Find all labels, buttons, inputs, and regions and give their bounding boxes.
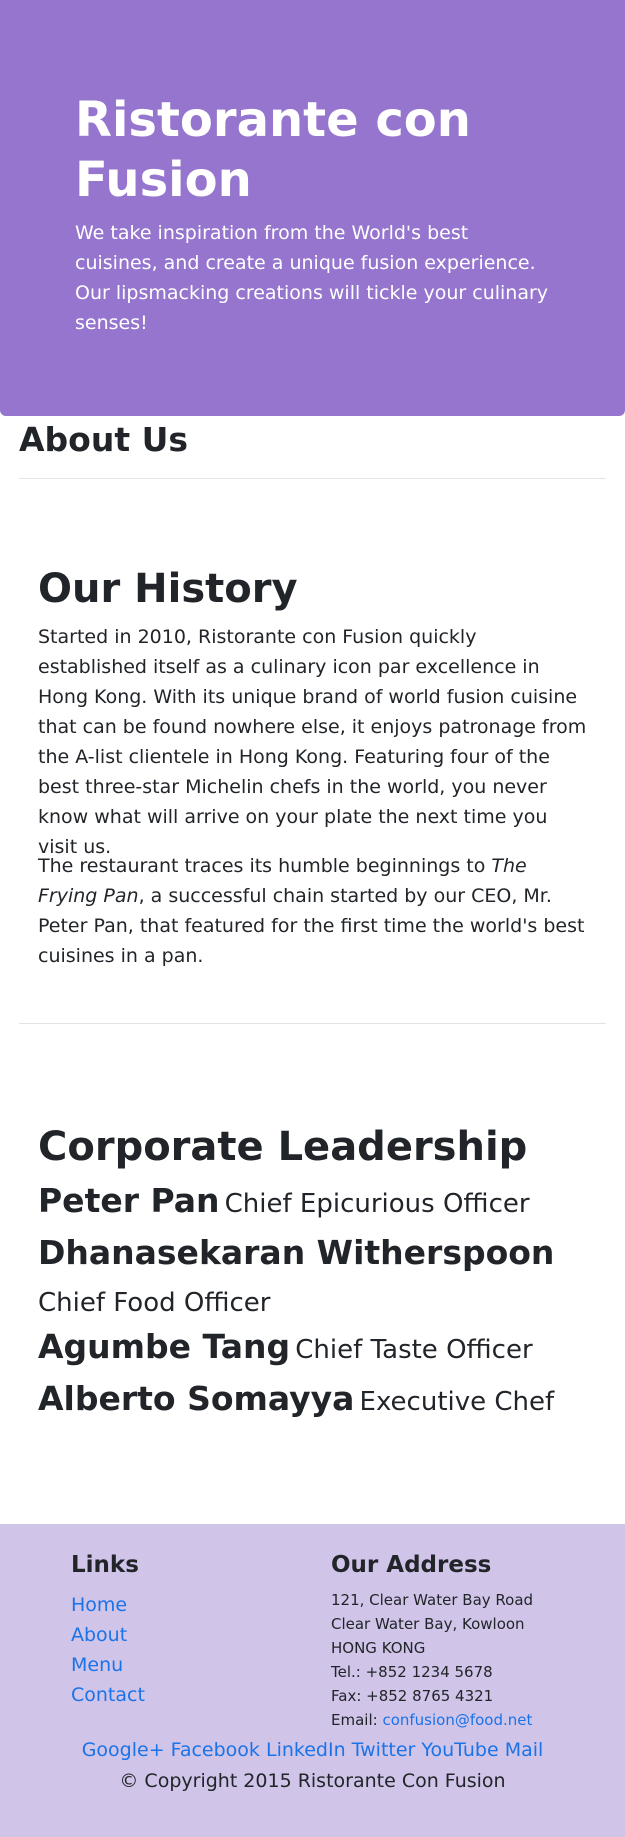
linkedin-link[interactable]: LinkedIn	[266, 1739, 346, 1761]
leader-name: Agumbe Tang	[38, 1327, 291, 1366]
email-link[interactable]: confusion@food.net	[382, 1711, 532, 1729]
youtube-link[interactable]: YouTube	[421, 1739, 498, 1761]
address-line: 121, Clear Water Bay Road	[331, 1591, 534, 1609]
leader-item: Peter Pan Chief Epicurious Officer	[38, 1179, 598, 1229]
leader-name: Alberto Somayya	[38, 1379, 355, 1418]
footer-links: Home About Menu Contact	[71, 1590, 145, 1710]
footer-link-item: Contact	[71, 1680, 145, 1710]
leader-role: Executive Chef	[359, 1387, 555, 1417]
footer-link-item: Home	[71, 1590, 145, 1620]
links-heading: Links	[71, 1552, 139, 1578]
history-paragraph-2-start: The restaurant traces its humble beginni…	[38, 855, 492, 877]
phone-line: Tel.: +852 1234 5678	[331, 1663, 493, 1681]
footer-link-contact[interactable]: Contact	[71, 1684, 145, 1706]
hero-tagline: We take inspiration from the World's bes…	[75, 222, 549, 334]
google-plus-link[interactable]: Google+	[82, 1739, 165, 1761]
divider	[19, 1023, 606, 1024]
leader-name: Peter Pan	[38, 1181, 220, 1220]
history-heading: Our History	[38, 566, 298, 612]
address-block: 121, Clear Water Bay Road Clear Water Ba…	[331, 1588, 533, 1732]
address-line: Clear Water Bay, Kowloon	[331, 1615, 525, 1633]
history-paragraph-1: Started in 2010, Ristorante con Fusion q…	[38, 626, 587, 858]
leadership-heading: Corporate Leadership	[38, 1124, 528, 1170]
leader-item: Agumbe Tang Chief Taste Officer	[38, 1325, 598, 1375]
footer-link-home[interactable]: Home	[71, 1594, 127, 1616]
history-paragraph-2: The restaurant traces its humble beginni…	[38, 851, 588, 971]
address-heading: Our Address	[331, 1552, 492, 1578]
leader-item: Alberto Somayya Executive Chef	[38, 1377, 598, 1427]
copyright-text: © Copyright 2015 Ristorante Con Fusion	[119, 1770, 506, 1792]
email-label: Email:	[331, 1711, 383, 1729]
fax-line: Fax: +852 8765 4321	[331, 1687, 494, 1705]
footer-link-item: Menu	[71, 1650, 145, 1680]
page-title: About Us	[19, 420, 189, 459]
email-line: Email: confusion@food.net	[331, 1708, 533, 1732]
address-line: HONG KONG	[331, 1639, 426, 1657]
leader-item: Dhanasekaran Witherspoon Chief Food Offi…	[38, 1231, 598, 1328]
facebook-link[interactable]: Facebook	[171, 1739, 260, 1761]
social-links: Google+ Facebook LinkedIn Twitter YouTub…	[0, 1736, 625, 1764]
mail-link[interactable]: Mail	[505, 1739, 544, 1761]
leader-role: Chief Epicurious Officer	[224, 1189, 530, 1219]
hero-title: Ristorante con Fusion	[75, 92, 471, 208]
leader-name: Dhanasekaran Witherspoon	[38, 1233, 555, 1272]
footer-link-item: About	[71, 1620, 145, 1650]
leader-role: Chief Food Officer	[38, 1288, 271, 1318]
divider	[19, 478, 606, 479]
jumbotron-header: Ristorante con Fusion We take inspiratio…	[0, 0, 625, 416]
footer: Links Home About Menu Contact Our Addres…	[0, 1524, 625, 1837]
footer-link-about[interactable]: About	[71, 1624, 127, 1646]
leader-role: Chief Taste Officer	[295, 1335, 533, 1365]
footer-link-menu[interactable]: Menu	[71, 1654, 123, 1676]
twitter-link[interactable]: Twitter	[352, 1739, 416, 1761]
